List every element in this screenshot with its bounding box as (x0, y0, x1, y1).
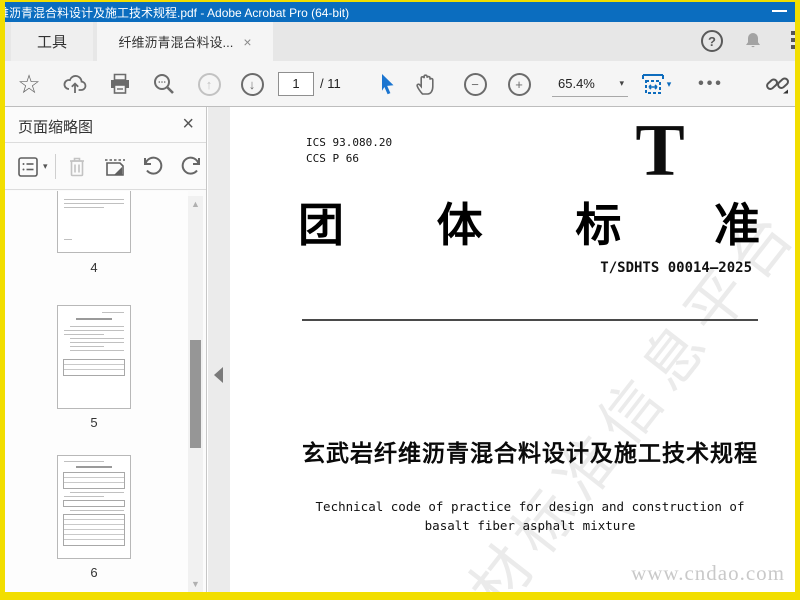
thumbnails-panel: 页面缩略图 × ▾ 4 5 6 ▲ ▼ (5, 107, 207, 592)
hand-tool-icon[interactable] (411, 61, 441, 107)
document-title-en-line1: Technical code of practice for design an… (315, 499, 745, 514)
rotate-clockwise-icon[interactable] (179, 143, 203, 190)
app-window: 维沥青混合料设计及施工技术规程.pdf - Adobe Acrobat Pro … (0, 0, 800, 600)
zoom-out-icon[interactable]: − (461, 61, 489, 107)
next-page-icon[interactable]: ↓ (238, 61, 266, 107)
tab-close-icon[interactable]: × (243, 34, 251, 50)
standard-t-logo: T (635, 110, 685, 192)
scroll-down-icon[interactable]: ▼ (191, 579, 200, 589)
panel-title: 页面缩略图 (18, 119, 94, 136)
share-link-icon[interactable] (763, 61, 793, 107)
chevron-down-icon: ▾ (43, 161, 48, 171)
select-tool-icon[interactable] (375, 61, 401, 107)
ics-codes: ICS 93.080.20 CCS P 66 (306, 136, 393, 165)
tab-bar: 工具 纤维沥青混合料设... × ? (5, 22, 795, 61)
crop-pages-icon[interactable] (103, 143, 127, 190)
thumbnail-page-6[interactable] (57, 455, 131, 559)
tab-document[interactable]: 纤维沥青混合料设... × (97, 22, 273, 61)
window-title: 维沥青混合料设计及施工技术规程.pdf - Adobe Acrobat Pro … (5, 6, 350, 20)
thumbnail-options-icon[interactable]: ▾ (17, 143, 48, 190)
banner-char: 准 (713, 199, 760, 251)
document-title-en: Technical code of practice for design an… (250, 497, 795, 535)
document-title-en-line2: basalt fiber asphalt mixture (424, 518, 636, 533)
thumbnail-scrollbar[interactable]: ▲ ▼ (188, 196, 203, 592)
overflow-menu-icon[interactable] (791, 31, 796, 52)
help-icon[interactable]: ? (701, 30, 723, 52)
standard-number: T/SDHTS 00014—2025 (600, 260, 752, 276)
document-title-cn: 玄武岩纤维沥青混合料设计及施工技术规程 (302, 440, 758, 466)
banner-title: 团 体 标 准 (298, 189, 760, 255)
cloud-share-icon[interactable] (61, 61, 89, 107)
horizontal-rule (302, 319, 758, 321)
panel-header: 页面缩略图 × (5, 107, 206, 143)
previous-page-icon[interactable]: ↑ (195, 61, 223, 107)
page-number-input[interactable]: 1 (278, 72, 314, 96)
thumbnail-page-4-label[interactable]: 4 (57, 260, 131, 275)
favorites-star-icon[interactable]: ☆ (15, 61, 43, 107)
banner-char: 体 (436, 199, 483, 251)
collapse-panel-icon[interactable] (214, 367, 223, 383)
delete-page-icon (67, 143, 87, 190)
minimize-button[interactable] (772, 10, 787, 12)
tab-document-label: 纤维沥青混合料设... (118, 35, 234, 50)
chevron-down-icon: ▾ (666, 78, 672, 89)
tab-tools-label: 工具 (36, 34, 67, 51)
zoom-level-value: 65.4% (558, 76, 595, 91)
tab-tools[interactable]: 工具 (11, 22, 93, 61)
search-icon[interactable] (150, 61, 178, 107)
thumbnail-list: 4 5 6 (5, 191, 188, 592)
panel-close-icon[interactable]: × (182, 113, 194, 136)
banner-char: 标 (575, 199, 622, 251)
bell-icon[interactable] (743, 31, 763, 51)
panel-collapse-strip[interactable] (208, 107, 230, 592)
thumbnail-page-5-label[interactable]: 5 (57, 415, 131, 430)
title-bar: 维沥青混合料设计及施工技术规程.pdf - Adobe Acrobat Pro … (5, 2, 795, 22)
scrollbar-thumb[interactable] (190, 340, 201, 448)
fit-width-icon[interactable]: ▾ (639, 61, 673, 107)
print-icon[interactable] (106, 61, 134, 107)
scroll-up-icon[interactable]: ▲ (191, 199, 200, 209)
chevron-down-icon: ▾ (619, 78, 624, 88)
page-count-label: / 11 (320, 76, 341, 91)
divider (55, 154, 56, 179)
zoom-in-icon[interactable]: + (505, 61, 533, 107)
rotate-counterclockwise-icon[interactable] (141, 143, 165, 190)
more-options-icon[interactable]: ••• (693, 61, 729, 107)
thumbnail-page-6-label[interactable]: 6 (57, 565, 131, 580)
zoom-level-dropdown[interactable]: 65.4% ▾ (552, 71, 628, 97)
site-watermark: www.cndao.com (631, 561, 785, 585)
thumbnail-page-4[interactable] (57, 191, 131, 253)
pdf-page: 材标准信息平台 ICS 93.080.20 CCS P 66 T 团 体 标 准… (230, 107, 795, 592)
thumbnail-page-5[interactable] (57, 305, 131, 409)
banner-char: 团 (298, 199, 344, 251)
panel-toolbar: ▾ (5, 143, 206, 190)
main-toolbar: ☆ ↑ ↓ 1 / 11 − + 65.4% ▾ ▾ ••• (5, 61, 795, 168)
